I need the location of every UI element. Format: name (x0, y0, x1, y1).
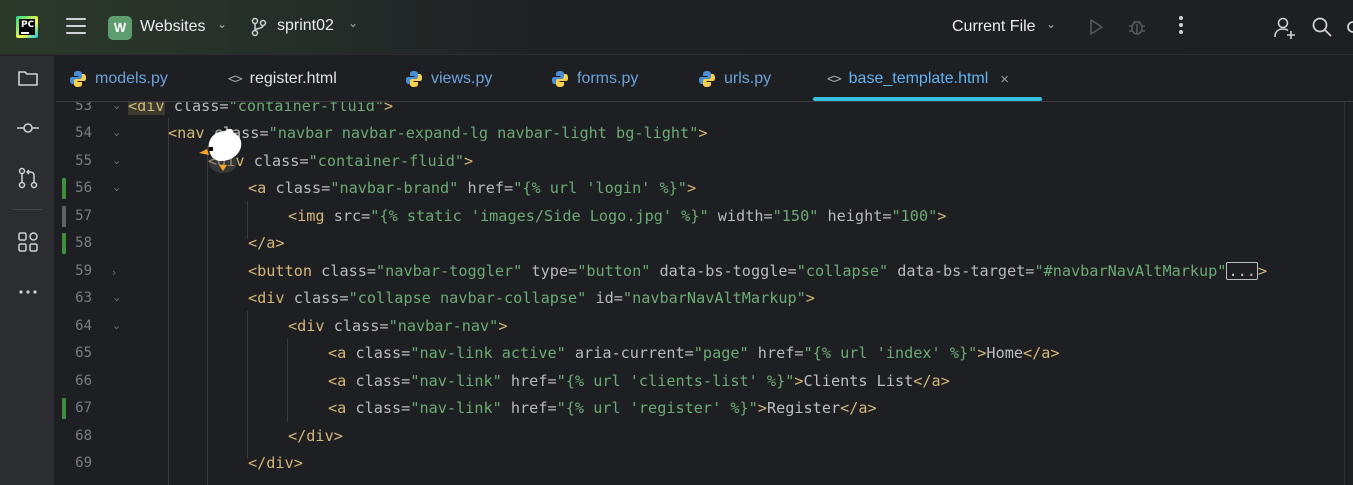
debug-icon[interactable] (1126, 16, 1148, 43)
vcs-added-marker[interactable] (62, 233, 66, 254)
python-file-icon (551, 70, 569, 88)
fold-chevron-icon[interactable]: ⌄ (112, 102, 121, 112)
editor-tab-bar: models.py <> register.html views.py form… (56, 56, 1353, 102)
chevron-down-icon[interactable]: ⌄ (348, 16, 358, 30)
tab-views-py[interactable]: views.py (405, 56, 492, 102)
commit-icon[interactable] (16, 116, 40, 140)
tab-label: urls.py (724, 70, 772, 87)
tab-label: views.py (431, 70, 493, 87)
more-actions-icon[interactable] (1178, 16, 1184, 38)
code-line-66: <a class="nav-link" href="{% url 'client… (328, 372, 950, 390)
tab-register-html[interactable]: <> register.html (228, 56, 337, 102)
branch-name[interactable]: sprint02 (277, 17, 334, 35)
code-line-58: </a> (248, 234, 285, 252)
html-file-icon: <> (827, 71, 842, 87)
line-number: 66 (75, 373, 92, 389)
run-config-selector[interactable]: Current File (952, 18, 1036, 36)
add-user-icon[interactable] (1272, 15, 1298, 46)
plugins-icon[interactable] (16, 230, 40, 254)
tab-label: register.html (249, 70, 337, 87)
vcs-modified-marker[interactable] (62, 206, 66, 227)
indent-guide (247, 311, 248, 459)
code-line-56: <a class="navbar-brand" href="{% url 'lo… (248, 179, 697, 197)
line-number: 64 (75, 318, 92, 334)
python-file-icon (405, 70, 423, 88)
tab-label: models.py (95, 70, 168, 87)
line-number: 53 (75, 102, 92, 114)
vcs-added-marker[interactable] (62, 178, 66, 199)
pull-requests-icon[interactable] (16, 166, 40, 190)
project-badge[interactable]: W (108, 16, 132, 40)
project-name[interactable]: Websites (140, 18, 206, 36)
fold-chevron-icon[interactable]: ⌄ (112, 126, 121, 139)
code-line-57: <img src="{% static 'images/Side Logo.jp… (288, 207, 947, 225)
active-tab-indicator (813, 97, 1042, 101)
tab-forms-py[interactable]: forms.py (551, 56, 638, 102)
code-line-53: <div class="container-fluid"> (128, 102, 393, 115)
indent-guide (287, 339, 288, 422)
chevron-down-icon[interactable]: ⌄ (1046, 17, 1056, 31)
chevron-down-icon[interactable]: ⌄ (217, 17, 227, 31)
tab-base-template-html[interactable]: <> base_template.html × (827, 56, 1009, 102)
indent-guide (168, 118, 169, 485)
fold-chevron-icon[interactable]: ⌄ (112, 319, 121, 332)
line-number: 59 (75, 263, 92, 279)
line-number: 63 (75, 290, 92, 306)
collapsed-region-button[interactable]: ... (1226, 262, 1258, 280)
line-number: 68 (75, 428, 92, 444)
duck-pet-image[interactable] (197, 125, 249, 182)
tool-window-strip (0, 56, 55, 485)
code-line-63: <div class="collapse navbar-collapse" id… (248, 289, 815, 307)
more-tools-icon[interactable] (16, 280, 40, 304)
title-bar: PC W Websites ⌄ sprint02 ⌄ Current File … (0, 0, 1353, 55)
search-icon[interactable] (1311, 16, 1333, 43)
code-line-67: <a class="nav-link" href="{% url 'regist… (328, 399, 877, 417)
indent-guide (207, 146, 208, 485)
fold-chevron-icon[interactable]: ⌄ (112, 181, 121, 194)
fold-chevron-icon[interactable]: ⌄ (112, 154, 121, 167)
tab-label: base_template.html (848, 70, 989, 87)
tab-models-py[interactable]: models.py (69, 56, 168, 102)
line-number: 65 (75, 345, 92, 361)
pycharm-logo-icon[interactable]: PC (16, 16, 38, 38)
html-file-icon: <> (228, 71, 243, 87)
code-line-69: </div> (248, 454, 303, 472)
fold-chevron-icon[interactable]: ⌄ (112, 291, 121, 304)
hamburger-menu-icon[interactable] (66, 18, 86, 36)
folder-icon[interactable] (16, 66, 40, 90)
python-file-icon (69, 70, 87, 88)
code-line-68: </div> (288, 427, 343, 445)
vcs-added-marker[interactable] (62, 398, 66, 419)
line-number: 55 (75, 153, 92, 169)
line-number: 54 (75, 125, 92, 141)
line-number: 69 (75, 455, 92, 471)
tab-label: forms.py (577, 70, 639, 87)
toolstrip-divider (12, 209, 42, 210)
code-line-59: <button class="navbar-toggler" type="but… (248, 262, 1268, 280)
python-file-icon (698, 70, 716, 88)
code-line-64: <div class="navbar-nav"> (288, 317, 508, 335)
code-line-65: <a class="nav-link active" aria-current=… (328, 344, 1060, 362)
code-editor[interactable]: 53 54 55 56 57 58 59 63 64 65 66 67 68 6… (56, 102, 1353, 485)
run-icon[interactable] (1086, 17, 1106, 42)
fold-chevron-right-icon[interactable]: › (112, 266, 116, 279)
branch-icon[interactable] (250, 17, 268, 37)
vertical-scrollbar[interactable] (1344, 102, 1345, 485)
tab-urls-py[interactable]: urls.py (698, 56, 771, 102)
close-icon[interactable]: × (1000, 71, 1009, 88)
settings-icon[interactable] (1342, 16, 1353, 43)
